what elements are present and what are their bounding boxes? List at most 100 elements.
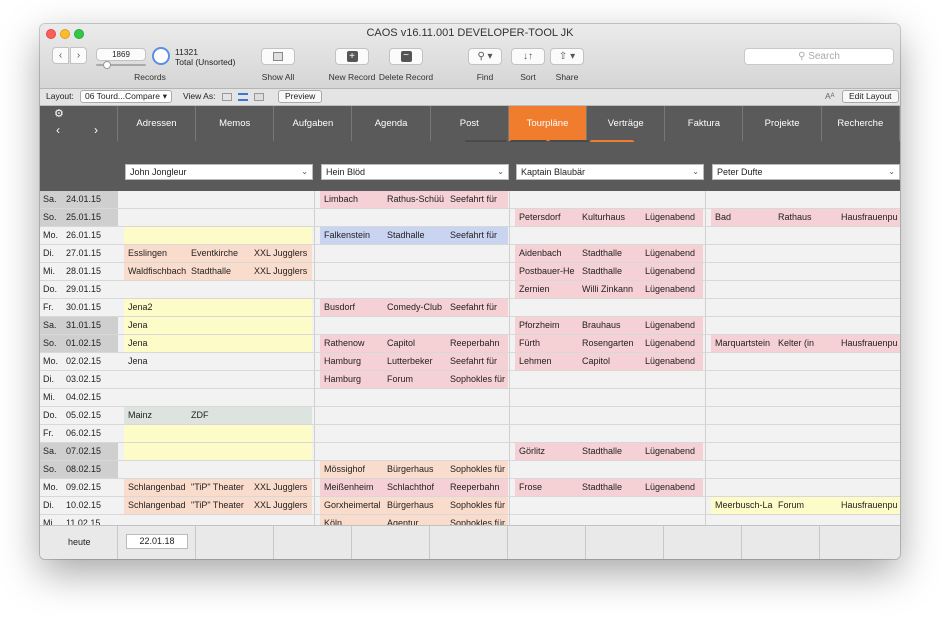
tour-entry[interactable]: Lehmen Capitol Lügenabend — [515, 353, 703, 370]
tour-entry[interactable]: Mössighof Bürgerhaus Sophokles für — [320, 461, 508, 478]
tour-program: Lügenabend — [645, 320, 696, 330]
date: 27.01.15 — [66, 248, 102, 258]
tour-entry[interactable]: Esslingen Eventkirche XXL Jugglers — [124, 245, 312, 262]
date: 02.02.15 — [66, 356, 102, 366]
tour-entry[interactable]: Mainz ZDF — [124, 407, 312, 424]
record-slider[interactable] — [96, 61, 146, 69]
tour-entry[interactable]: Schlangenbad "TiP" Theater XXL Jugglers — [124, 479, 312, 496]
search-input[interactable]: ⚲ Search — [744, 48, 894, 65]
person-select[interactable]: Hein Blöd ⌄ — [321, 164, 509, 180]
tab-memos[interactable]: Memos — [196, 106, 275, 141]
tour-entry[interactable]: Hamburg Forum Sophokles für — [320, 371, 508, 388]
tour-entry[interactable]: Limbach Rathus-Schüü Seefahrt für — [320, 191, 508, 208]
new-record-button[interactable]: + — [335, 48, 369, 65]
tab-agenda[interactable]: Agenda — [353, 106, 431, 141]
tour-entry[interactable]: Hamburg Lutterbeker Seefahrt für — [320, 353, 508, 370]
chevron-down-icon: ⌄ — [888, 167, 895, 176]
tab-post[interactable]: Post — [431, 106, 509, 141]
chevron-left-icon[interactable]: ‹ — [56, 123, 60, 137]
tour-entry[interactable]: Falkenstein Stadhalle Seefahrt für — [320, 227, 508, 244]
toolbar: CAOS v16.11.001 DEVELOPER-TOOL JK ‹ › 18… — [40, 24, 900, 89]
delete-record-button[interactable]: − — [389, 48, 423, 65]
tour-entry[interactable]: Meißenheim Schlachthof Reeperbahn — [320, 479, 508, 496]
tour-entry[interactable]: Waldfischbach Stadthalle XXL Jugglers — [124, 263, 312, 280]
date-cell: Do. 05.02.15 — [40, 407, 118, 424]
tour-venue: Eventkirche — [191, 248, 239, 258]
person-select[interactable]: Peter Dufte ⌄ — [712, 164, 900, 180]
tab-recherche[interactable]: Recherche — [822, 106, 900, 141]
view-table-icon[interactable] — [254, 93, 264, 101]
table-row: Di. 03.02.15 Hamburg Forum Sophokles für — [40, 371, 900, 389]
person-select-value: Kaptain Blaubär — [521, 167, 586, 177]
view-form-icon[interactable] — [222, 93, 232, 101]
view-list-icon[interactable] — [238, 93, 248, 101]
weekday: Di. — [43, 374, 54, 384]
tour-venue: Rathus-Schüü — [387, 194, 445, 204]
tour-program: XXL Jugglers — [254, 482, 308, 492]
weekday: Di. — [43, 500, 54, 510]
tour-entry[interactable]: Jena — [124, 335, 312, 352]
tour-entry[interactable]: Aidenbach Stadthalle Lügenabend — [515, 245, 703, 262]
tour-program: XXL Jugglers — [254, 266, 308, 276]
layout-select[interactable]: 06 Tourd...Compare ▾ — [80, 90, 172, 103]
tour-entry[interactable]: Frose Stadthalle Lügenabend — [515, 479, 703, 496]
tour-entry[interactable]: Jena — [124, 317, 312, 334]
tour-entry[interactable]: Bad Rathaus Hausfrauenpu — [711, 209, 900, 226]
sort-label: Sort — [520, 72, 536, 82]
tour-city: Jena — [128, 320, 148, 330]
tour-entry[interactable]: Pforzheim Brauhaus Lügenabend — [515, 317, 703, 334]
tour-entry[interactable]: Gorxheimertal Bürgerhaus Sophokles für — [320, 497, 508, 514]
tour-entry[interactable]: Jena2 — [124, 299, 312, 316]
tour-entry[interactable]: Marquartstein Kelter (in Hausfrauenpu — [711, 335, 900, 352]
tour-entry[interactable]: Zernien Willi Zinkann Lügenabend — [515, 281, 703, 298]
tour-entry[interactable]: Jena — [124, 353, 312, 370]
tour-venue: Kulturhaus — [582, 212, 626, 222]
edit-layout-button[interactable]: Edit Layout — [842, 90, 899, 103]
record-slider-thumb[interactable] — [103, 61, 111, 69]
person-select[interactable]: John Jongleur ⌄ — [125, 164, 313, 180]
record-number-field[interactable]: 1869 — [96, 48, 146, 61]
find-button[interactable]: ⚲ ▾ — [468, 48, 502, 65]
share-icon: ⇧ ▾ — [558, 51, 576, 62]
tour-city: Meißenheim — [324, 482, 374, 492]
sort-button[interactable]: ↓↑ — [511, 48, 545, 65]
tab-aufgaben[interactable]: Aufgaben — [274, 106, 353, 141]
tour-entry[interactable]: Schlangenbad "TiP" Theater XXL Jugglers — [124, 497, 312, 514]
tour-program: Hausfrauenpu — [841, 500, 898, 510]
font-size-icon[interactable]: Aᴬ — [825, 91, 835, 101]
tour-venue: Rosengarten — [582, 338, 634, 348]
tab-vertr-ge[interactable]: Verträge — [587, 106, 666, 141]
tour-entry[interactable]: Fürth Rosengarten Lügenabend — [515, 335, 703, 352]
show-all-button[interactable] — [261, 48, 295, 65]
tab-projekte[interactable]: Projekte — [744, 106, 822, 141]
tour-entry[interactable]: Meerbusch-La Forum Hausfrauenpu — [711, 497, 900, 514]
show-all-label: Show All — [261, 72, 295, 82]
tour-entry[interactable] — [124, 425, 312, 442]
table-row: So. 01.02.15 Jena Rathenow Capitol Reeperbahn… — [40, 335, 900, 353]
tour-entry[interactable] — [124, 443, 312, 460]
tour-entry[interactable]: Petersdorf Kulturhaus Lügenabend — [515, 209, 703, 226]
chevron-down-icon: ▾ — [162, 91, 167, 101]
share-button[interactable]: ⇧ ▾ — [550, 48, 584, 65]
person-select[interactable]: Kaptain Blaubär ⌄ — [516, 164, 704, 180]
gear-icon[interactable]: ⚙ — [54, 107, 64, 120]
date: 25.01.15 — [66, 212, 102, 222]
weekday: Mo. — [43, 230, 59, 240]
preview-button[interactable]: Preview — [278, 90, 323, 103]
tour-entry[interactable] — [124, 227, 312, 244]
tab-faktura[interactable]: Faktura — [665, 106, 744, 141]
find-label: Find — [476, 72, 494, 82]
chevron-right-icon[interactable]: › — [94, 123, 98, 137]
tour-entry[interactable]: Busdorf Comedy-Club Seefahrt für — [320, 299, 508, 316]
tab-adressen[interactable]: Adressen — [118, 106, 196, 141]
previous-record-button[interactable]: ‹ — [52, 47, 69, 64]
today-field[interactable]: 22.01.18 — [126, 534, 188, 549]
tour-entry[interactable]: Görlitz Stadthalle Lügenabend — [515, 443, 703, 460]
tab-tourpl-ne[interactable]: Tourpläne — [509, 106, 587, 141]
tour-entry[interactable]: Postbauer-He Stadthalle Lügenabend — [515, 263, 703, 280]
next-record-button[interactable]: › — [70, 47, 87, 64]
tour-city: Limbach — [324, 194, 359, 204]
tour-city: Mainz — [128, 410, 153, 420]
tour-entry[interactable]: Rathenow Capitol Reeperbahn — [320, 335, 508, 352]
tour-entry[interactable]: Köln Agentur Sophokles für — [320, 515, 508, 525]
